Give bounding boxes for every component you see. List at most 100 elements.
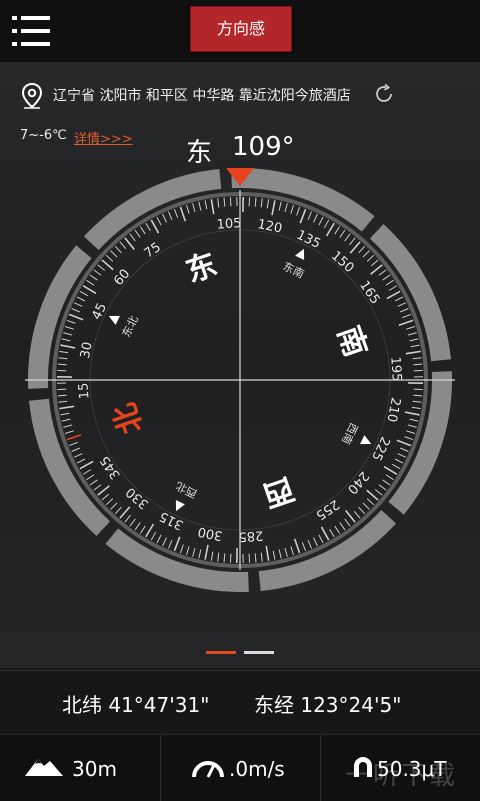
dial-tick	[308, 212, 312, 220]
dial-tick	[146, 524, 154, 537]
tick-label: 210	[383, 396, 402, 423]
dial-tick	[58, 358, 67, 359]
dial-tick	[125, 515, 131, 522]
dial-tick	[135, 523, 140, 530]
dial-tick	[340, 230, 345, 237]
dial-tick	[60, 413, 69, 415]
intercardinal-label-southeast: 东南	[281, 260, 306, 281]
dial-tick	[398, 303, 406, 307]
dial-tick	[302, 542, 305, 550]
dial-tick	[62, 339, 71, 341]
dial-tick	[314, 538, 318, 546]
dial-tick	[180, 207, 185, 221]
dial-tick	[272, 200, 275, 215]
dial-tick	[386, 475, 394, 480]
page-indicator-dot[interactable]	[244, 651, 274, 654]
dial-tick	[413, 358, 422, 359]
cardinal-label-west: 西	[259, 470, 299, 513]
dial-tick	[371, 265, 383, 274]
dial-tick	[392, 464, 400, 468]
dial-tick	[405, 412, 420, 415]
dial-tick	[199, 202, 201, 211]
dial-tick	[58, 395, 67, 396]
dial-tick	[106, 255, 113, 261]
dial-tick	[279, 202, 281, 211]
dial-tick	[69, 314, 83, 319]
dial-tick	[74, 454, 82, 458]
tick-label: 345	[98, 453, 124, 482]
dial-tick	[72, 308, 80, 312]
dial-tick	[387, 291, 400, 298]
weather-detail-link[interactable]: 详情>>>	[74, 128, 133, 147]
dial-tick	[58, 401, 67, 402]
dial-tick	[59, 406, 74, 408]
tick-label: 75	[142, 240, 164, 262]
dial-tick	[193, 548, 195, 557]
dial-tick	[157, 535, 161, 543]
speed-stat: .0m/s	[160, 735, 320, 801]
refresh-icon[interactable]	[372, 82, 396, 106]
watermark: 一听下载	[345, 755, 457, 792]
cardinal-label-south: 南	[330, 322, 373, 362]
dial-tick	[218, 553, 219, 562]
dial-tick	[261, 198, 262, 207]
dial-tick	[410, 339, 419, 341]
dial-tick	[115, 507, 121, 514]
altitude-stat: 30m	[0, 735, 159, 801]
dial-tick	[285, 548, 287, 557]
dial-tick	[335, 227, 340, 235]
dial-tick	[379, 270, 386, 275]
dial-tick	[63, 425, 72, 427]
mountain-icon	[24, 755, 64, 777]
dial-tick	[98, 486, 110, 495]
dial-tick	[151, 220, 158, 233]
dial-tick	[384, 467, 397, 475]
dial-tick	[146, 223, 151, 231]
dial-tick	[405, 437, 414, 440]
coordinates-bar: 北纬 41°47'31" 东经 123°24'5"	[0, 670, 480, 735]
compass-dial[interactable]: 1051201351501651952102252402552853003153…	[20, 160, 460, 600]
dial-tick	[186, 546, 189, 555]
direction-sense-button[interactable]: 方向感	[190, 6, 292, 52]
dial-tick	[363, 503, 369, 509]
dial-tick	[67, 320, 76, 323]
dial-tick	[106, 499, 113, 505]
dial-tick	[77, 459, 85, 463]
dial-tick	[224, 198, 225, 207]
dial-tick	[125, 238, 134, 250]
dial-tick	[383, 480, 390, 485]
dial-tick	[297, 207, 300, 216]
dial-tick	[291, 205, 294, 214]
dial-tick	[412, 407, 421, 408]
dial-tick	[402, 314, 410, 317]
dial-tick	[308, 540, 312, 548]
intercardinal-label-northeast: 东北	[120, 314, 141, 339]
dial-tick	[408, 425, 417, 427]
heading-degrees: 109°	[232, 132, 295, 162]
dial-tick	[321, 527, 328, 540]
cardinal-label-east: 东	[182, 247, 222, 290]
dial-tick	[367, 490, 378, 500]
compass-dial-graphic: 1051201351501651952102252402552853003153…	[20, 160, 460, 600]
dial-tick	[379, 485, 386, 490]
dial-tick	[80, 291, 88, 295]
tick-label: 135	[294, 228, 323, 252]
dial-tick	[224, 553, 225, 562]
dial-tick	[295, 539, 300, 553]
dial-tick	[83, 470, 91, 475]
tick-label: 240	[344, 468, 372, 497]
dial-tick	[69, 442, 77, 445]
dial-tick	[151, 532, 155, 540]
dial-tick	[211, 552, 212, 561]
dial-tick	[65, 431, 74, 434]
page-indicator-dot-active[interactable]	[206, 651, 236, 654]
dial-tick	[62, 419, 71, 421]
menu-button[interactable]	[12, 14, 50, 48]
tick-label: 105	[216, 216, 242, 233]
temperature-text: 7~-6℃	[20, 128, 67, 143]
intercardinal-marker	[107, 312, 120, 325]
dial-tick	[120, 507, 130, 518]
dial-tick	[398, 454, 406, 458]
tick-label: 225	[368, 434, 392, 463]
dial-tick	[90, 275, 97, 280]
